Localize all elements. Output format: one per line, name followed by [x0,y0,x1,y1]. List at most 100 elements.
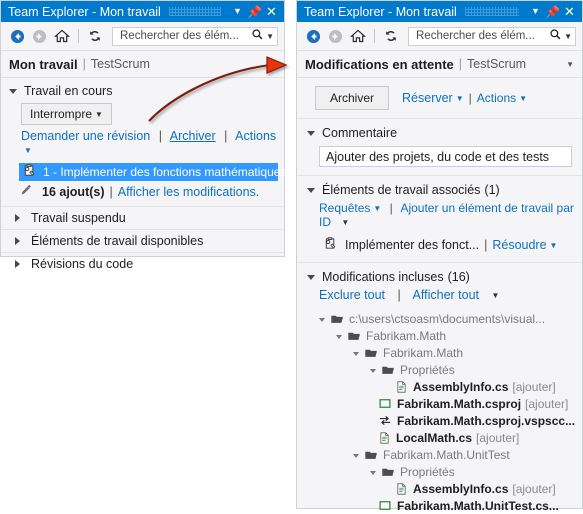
project-name: TestScrum [90,57,150,71]
project-icon [378,397,392,410]
tree-node[interactable]: AssemblyInfo.cs [ajouter] [297,378,582,395]
back-arrow-icon[interactable] [303,26,324,47]
close-icon[interactable]: ✕ [561,3,578,20]
tree-node[interactable]: Fabrikam.Math.csproj.vspscc... [297,412,582,429]
search-icon[interactable] [549,28,562,44]
view-all-link[interactable]: Afficher tout [413,288,479,302]
tree-node[interactable]: Fabrikam.Math.csproj [ajouter] [297,395,582,412]
checkin-link[interactable]: Archiver [170,129,216,143]
tree-node-status-tag: [ajouter] [512,481,556,496]
document-icon [395,380,408,394]
section-header-comment[interactable]: Commentaire [297,126,582,140]
link-separator: | [484,238,488,252]
tree-node-label: AssemblyInfo.cs [413,379,509,394]
section-label: Révisions du code [31,257,134,271]
left-titlebar: Team Explorer - Mon travail ▼ 📌 ✕ [1,1,284,22]
section-comment: Commentaire Ajouter des projets, du code… [297,118,582,175]
section-label: Commentaire [322,126,398,140]
home-icon[interactable] [347,26,368,47]
related-work-item-name: Implémenter des fonct... [345,238,480,252]
actions-menu[interactable]: Actions ▼ [477,91,527,105]
pencil-icon [19,183,33,200]
included-changes-links: Exclure tout | Afficher tout ▼ [297,284,582,304]
search-box[interactable]: ▼ [408,26,576,46]
section-header-work-in-progress[interactable]: Travail en cours [1,78,284,101]
tree-node-label: c:\users\ctsoasm\documents\visual... [349,311,546,326]
chevron-down-icon[interactable]: ▼ [519,94,527,103]
folder-icon [347,329,361,343]
section-related-work-items: Éléments de travail associés (1) Requête… [297,175,582,262]
sidebar-item-code-reviews[interactable]: Révisions du code [1,252,284,275]
request-review-link[interactable]: Demander une révision [21,129,150,143]
refresh-icon[interactable] [84,26,105,47]
tree-node[interactable]: Fabrikam.Math.UnitTest [297,446,582,463]
actions-link[interactable]: Actions [477,91,516,105]
exclude-all-link[interactable]: Exclure tout [319,288,385,302]
tree-node[interactable]: Propriétés [297,463,582,480]
pin-icon[interactable]: 📌 [246,3,263,20]
tree-node-status-tag: [ajouter] [512,379,556,394]
search-input[interactable] [118,29,252,43]
search-icon[interactable] [251,28,264,44]
suspend-button[interactable]: Interrompre ▼ [21,103,112,125]
tree-node[interactable]: Fabrikam.Math [297,327,582,344]
work-item-row[interactable]: 1 - Implémenter des fonctions mathématiq… [19,163,286,181]
close-icon[interactable]: ✕ [263,3,280,20]
refresh-icon[interactable] [380,26,401,47]
pin-icon[interactable]: 📌 [544,3,561,20]
tree-node[interactable]: Fabrikam.Math [297,344,582,361]
shelve-menu[interactable]: Réserver ▼ [402,91,464,105]
search-dropdown-caret-icon[interactable]: ▼ [266,32,274,41]
chevron-down-icon[interactable]: ▼ [527,3,544,20]
chevron-down-icon[interactable]: ▼ [456,94,464,103]
chevron-down-icon[interactable]: ▼ [95,110,103,119]
tree-node-label: Fabrikam.Math.csproj [397,396,522,411]
sidebar-item-suspended-work[interactable]: Travail suspendu [1,206,284,229]
resolve-link[interactable]: Résoudre [492,238,546,252]
team-explorer-pending-changes-window: Team Explorer - Mon travail ▼ 📌 ✕ Recher… [296,0,583,513]
folder-icon [330,312,344,326]
sidebar-item-available-work-items[interactable]: Éléments de travail disponibles [1,229,284,252]
section-header-related-work-items[interactable]: Éléments de travail associés (1) [297,183,582,197]
comment-value: Ajouter des projets, du code et des test… [326,149,550,164]
included-changes-tree: c:\users\ctsoasm\documents\visual... Fabr… [297,310,582,514]
home-icon[interactable] [51,26,72,47]
project-icon [378,499,392,512]
left-window-title: Team Explorer - Mon travail [8,4,161,19]
tree-node[interactable]: Fabrikam.Math.UnitTest.cs... [297,497,582,514]
toolbar-divider [78,29,79,43]
team-explorer-my-work-window: Team Explorer - Mon travail ▼ 📌 ✕ Recher… [0,0,286,271]
checkin-button[interactable]: Archiver [315,86,390,110]
tree-node-label: Propriétés [400,362,455,377]
tree-node[interactable]: AssemblyInfo.cs [ajouter] [297,480,582,497]
tree-node[interactable]: c:\users\ctsoasm\documents\visual... [297,310,582,327]
chevron-down-icon[interactable]: ▼ [492,291,500,300]
page-dropdown-caret-icon[interactable]: ▼ [268,60,276,69]
tree-node[interactable]: LocalMath.cs [ajouter] [297,429,582,446]
chevron-down-icon[interactable]: ▼ [550,241,558,250]
search-box[interactable]: ▼ [112,26,278,46]
chevron-down-icon[interactable]: ▼ [229,3,246,20]
right-page-header: Modifications en attente | TestScrum ▼ [297,51,582,78]
left-page-header: Mon travail | TestScrum ▼ [1,51,284,78]
chevron-down-icon[interactable]: ▼ [373,204,381,213]
queries-link[interactable]: Requêtes [319,201,370,215]
page-title: Mon travail [9,56,78,72]
chevron-down-icon[interactable]: ▼ [341,218,349,227]
back-arrow-icon[interactable] [7,26,28,47]
search-input[interactable] [414,29,550,43]
actions-link[interactable]: Actions [235,129,276,143]
search-dropdown-caret-icon[interactable]: ▼ [564,32,572,41]
related-work-item-row[interactable]: Implémenter des fonct... | Résoudre ▼ [297,229,582,254]
view-changes-link[interactable]: Afficher les modifications. [118,185,260,199]
section-header-included-changes[interactable]: Modifications incluses (16) [297,270,582,284]
pending-changes-toolbar: Archiver Réserver ▼ | Actions ▼ [297,78,582,118]
page-dropdown-caret-icon[interactable]: ▼ [566,60,574,69]
tree-node-label: Fabrikam.Math.csproj.vspscc... [397,413,576,428]
binding-icon [378,414,392,427]
tree-node[interactable]: Propriétés [297,361,582,378]
comment-input[interactable]: Ajouter des projets, du code et des test… [319,146,572,167]
link-separator: | [224,129,228,143]
shelve-link[interactable]: Réserver [402,91,453,105]
chevron-down-icon[interactable]: ▼ [24,146,32,155]
